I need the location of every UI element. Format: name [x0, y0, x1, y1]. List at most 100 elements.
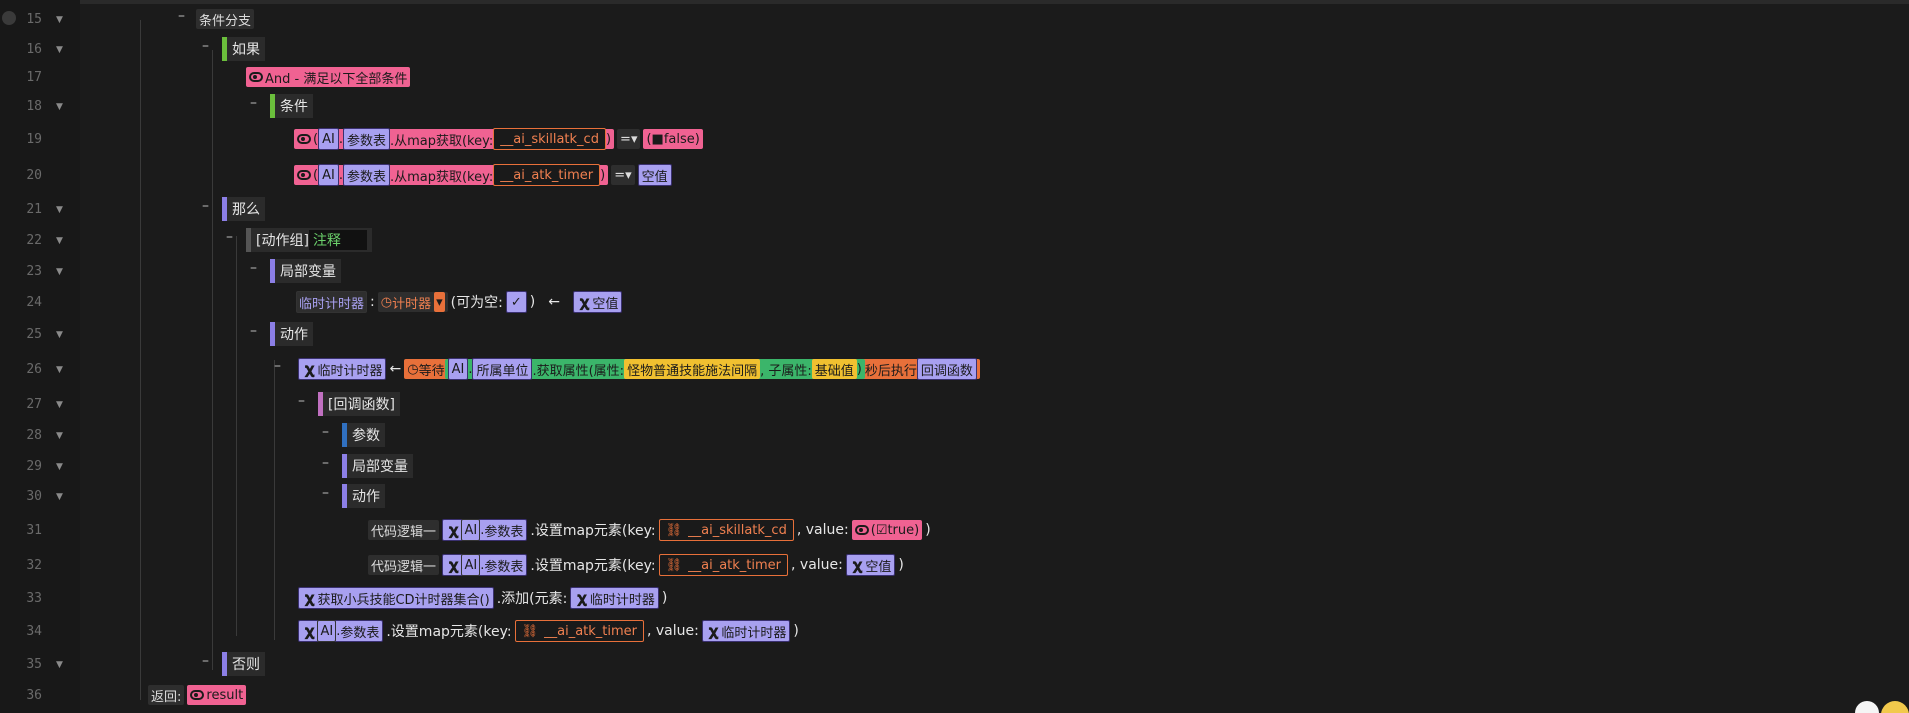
fold-arrow-icon[interactable]: ▼	[56, 330, 63, 340]
collapse-icon[interactable]: –	[250, 95, 257, 111]
value-text: , value:	[791, 557, 843, 573]
fold-arrow-icon[interactable]: ▼	[56, 660, 63, 670]
function-call[interactable]: 𝛘 获取小兵技能CD计时器集合()	[298, 587, 494, 609]
line-number: 15	[26, 12, 42, 27]
timer-type[interactable]: ◷ 计时器 ▾	[377, 292, 448, 312]
key-text: __ai_skillatk_cd	[688, 522, 787, 538]
line-number: 21	[26, 202, 42, 217]
fold-arrow-icon[interactable]: ▼	[56, 236, 63, 246]
element-label: 临时计时器	[589, 592, 655, 608]
false-value[interactable]: (■ false)	[643, 129, 703, 149]
fold-arrow-icon[interactable]: ▼	[56, 431, 63, 441]
collapse-icon[interactable]: –	[226, 229, 233, 245]
collapse-icon[interactable]: –	[322, 424, 329, 440]
ai-ref[interactable]: AI	[318, 128, 339, 150]
line-number: 17	[26, 70, 42, 85]
fold-arrow-icon[interactable]: ▼	[56, 400, 63, 410]
collapse-icon[interactable]: –	[250, 323, 257, 339]
fold-arrow-icon[interactable]: ▼	[56, 492, 63, 502]
key-field[interactable]: __ai_skillatk_cd	[493, 128, 606, 150]
actions-block[interactable]: 动作	[270, 322, 313, 346]
null-value[interactable]: 𝛘 空值	[845, 554, 896, 576]
collapse-icon[interactable]: –	[322, 485, 329, 501]
key-field[interactable]: ⛓ __ai_skillatk_cd	[658, 519, 794, 541]
fold-arrow-icon[interactable]: ▼	[56, 15, 63, 25]
subattr-value[interactable]: 基础值	[811, 359, 857, 379]
ai-ref[interactable]: AI	[317, 620, 337, 642]
collapse-icon[interactable]: –	[178, 8, 185, 24]
collapse-icon[interactable]: –	[250, 260, 257, 276]
fold-arrow-icon[interactable]: ▼	[56, 205, 63, 215]
fold-arrow-icon[interactable]: ▼	[56, 365, 63, 375]
method-text: .设置map元素(key:	[530, 523, 656, 539]
get-attr[interactable]: AI. 所属单位 .获取属性(属性: 怪物普通技能施法间隔 , 子属性: 基础值…	[444, 358, 865, 380]
callback-actions[interactable]: 动作	[342, 484, 385, 508]
line-number: 22	[26, 233, 42, 248]
collapse-icon[interactable]: –	[322, 455, 329, 471]
collapse-icon[interactable]: –	[202, 198, 209, 214]
conditions-block[interactable]: 条件	[270, 94, 313, 118]
collapse-icon[interactable]: –	[202, 653, 209, 669]
code-row: 31 代码逻辑一 𝛘 AI. 参数表 .设置map元素(key: ⛓ __ai_ski…	[0, 515, 1909, 545]
var-ref[interactable]: 𝛘 临时计时器	[701, 620, 791, 642]
code-row: 19 ( AI. 参数表 .从map获取(key: __ai_skillatk_…	[0, 124, 1909, 154]
collapse-icon[interactable]: –	[274, 358, 281, 374]
null-value[interactable]: 𝛘 空值	[572, 291, 623, 313]
then-block[interactable]: 那么	[222, 197, 265, 221]
key-field[interactable]: ⛓ __ai_atk_timer	[658, 554, 789, 576]
condition-2[interactable]: ( AI. 参数表 .从map获取(key: __ai_atk_timer)	[294, 164, 609, 186]
ai-ref[interactable]: AI	[461, 554, 481, 576]
null-value[interactable]: 空值	[637, 164, 672, 186]
callback-ref[interactable]: 回调函数	[916, 358, 977, 380]
op-select[interactable]: = ▾	[611, 165, 635, 185]
link-icon: ⛓	[665, 557, 683, 573]
value-text: , value:	[647, 623, 699, 639]
params-block[interactable]: 参数	[342, 423, 385, 447]
op-select[interactable]: = ▾	[617, 129, 641, 149]
line-number: 16	[26, 42, 42, 57]
dropdown-icon[interactable]: ▾	[434, 292, 445, 312]
collapse-icon[interactable]: –	[298, 393, 305, 409]
code-logic-label: 代码逻辑一	[368, 555, 440, 575]
fold-arrow-icon[interactable]: ▼	[56, 45, 63, 55]
line-number: 18	[26, 99, 42, 114]
param-table[interactable]: 参数表	[342, 164, 390, 186]
element-ref[interactable]: 𝛘 临时计时器	[570, 587, 659, 609]
value-text: , value:	[796, 522, 849, 538]
ai-param-table[interactable]: 𝛘 AI. 参数表	[442, 554, 528, 576]
ai-ref[interactable]: AI	[447, 358, 469, 380]
get-text: .获取属性(属性:	[532, 363, 625, 379]
ai-ref[interactable]: AI	[461, 519, 481, 541]
key-field[interactable]: __ai_atk_timer	[493, 164, 601, 186]
ai-param-table[interactable]: 𝛘 AI. 参数表	[298, 620, 384, 642]
assign-target[interactable]: 𝛘 临时计时器	[298, 358, 387, 380]
attr-value[interactable]: 怪物普通技能施法间隔	[624, 359, 761, 379]
result-value[interactable]: result	[187, 685, 247, 705]
callback-block[interactable]: [回调函数]	[318, 392, 400, 416]
eye-icon	[854, 525, 869, 535]
unit-ref[interactable]: 所属单位	[472, 358, 533, 380]
collapse-icon[interactable]: –	[202, 38, 209, 54]
callback-local-vars[interactable]: 局部变量	[342, 454, 413, 478]
param-table[interactable]: 参数表	[342, 128, 390, 150]
ai-ref[interactable]: AI	[318, 164, 339, 186]
var-name[interactable]: 临时计时器	[296, 291, 368, 313]
ai-param-table[interactable]: 𝛘 AI. 参数表	[442, 519, 528, 541]
eye-icon	[249, 72, 263, 82]
code-logic-label: 代码逻辑一	[368, 520, 440, 540]
fold-arrow-icon[interactable]: ▼	[56, 462, 63, 472]
wait-call[interactable]: ◷ 等待 AI. 所属单位 .获取属性(属性: 怪物普通技能施法间隔 , 子属性…	[404, 358, 980, 380]
code-row: 23 ▼ – 局部变量	[0, 256, 1909, 286]
if-block[interactable]: 如果	[222, 37, 265, 61]
action-group[interactable]: [动作组] 注释	[246, 228, 372, 252]
condition-1[interactable]: ( AI. 参数表 .从map获取(key: __ai_skillatk_cd)	[294, 128, 615, 150]
fold-arrow-icon[interactable]: ▼	[56, 267, 63, 277]
fold-arrow-icon[interactable]: ▼	[56, 102, 63, 112]
key-field[interactable]: ⛓ __ai_atk_timer	[514, 620, 644, 642]
checkbox[interactable]: ✓	[505, 291, 527, 313]
local-vars-block[interactable]: 局部变量	[270, 259, 341, 283]
else-block[interactable]: 否则	[222, 652, 265, 676]
true-value[interactable]: (☑ true)	[851, 520, 923, 540]
note-field[interactable]: 注释	[308, 230, 367, 250]
and-condition[interactable]: And - 满足以下全部条件	[246, 67, 411, 87]
